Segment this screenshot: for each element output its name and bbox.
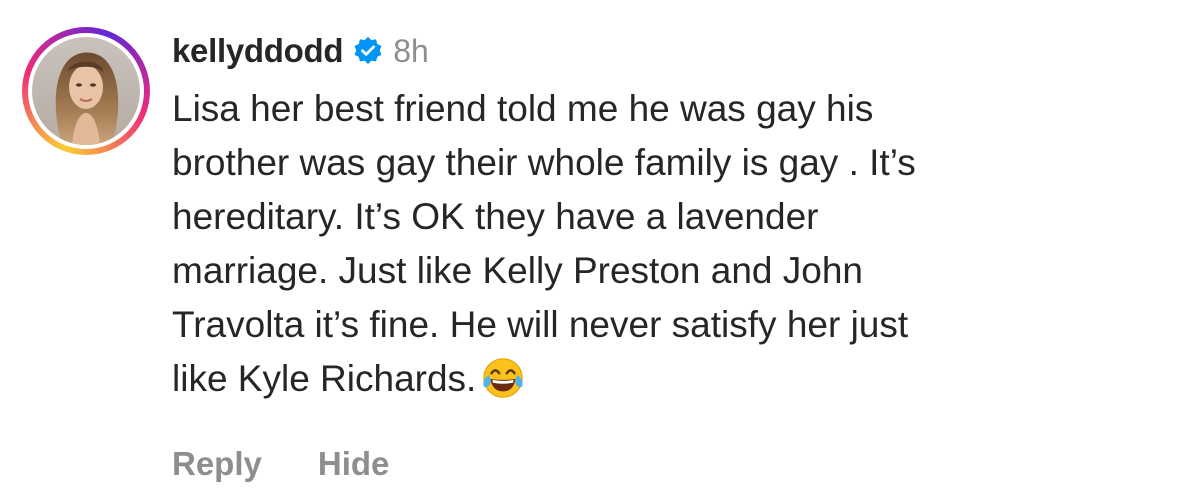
avatar-border <box>28 33 144 149</box>
comment: kellyddodd 8h Lisa her best friend told … <box>0 0 1200 499</box>
comment-text-line: Lisa her best friend told me he was gay … <box>172 88 874 129</box>
face-with-tears-of-joy-icon <box>483 358 524 398</box>
username-link[interactable]: kellyddodd <box>172 32 343 70</box>
comment-text-line-last: like Kyle Richards. <box>172 352 1182 406</box>
comment-text-line: brother was gay their whole family is ga… <box>172 142 916 183</box>
comment-timestamp[interactable]: 8h <box>393 33 429 70</box>
comment-text-line: marriage. Just like Kelly Preston and Jo… <box>172 250 864 291</box>
comment-text: Lisa her best friend told me he was gay … <box>172 82 1182 406</box>
avatar[interactable] <box>32 37 140 145</box>
comment-text-line: Travolta it’s fine. He will never satisf… <box>172 304 909 345</box>
comment-text-line: like Kyle Richards. <box>172 358 477 399</box>
comment-actions: Reply Hide <box>172 445 389 483</box>
comment-header: kellyddodd 8h <box>172 30 1182 72</box>
hide-button[interactable]: Hide <box>318 445 390 483</box>
avatar-story-ring[interactable] <box>22 27 150 155</box>
comment-content: kellyddodd 8h Lisa her best friend told … <box>172 30 1182 406</box>
reply-button[interactable]: Reply <box>172 445 262 483</box>
comment-text-line: hereditary. It’s OK they have a lavender <box>172 196 819 237</box>
verified-badge-icon <box>354 36 382 65</box>
